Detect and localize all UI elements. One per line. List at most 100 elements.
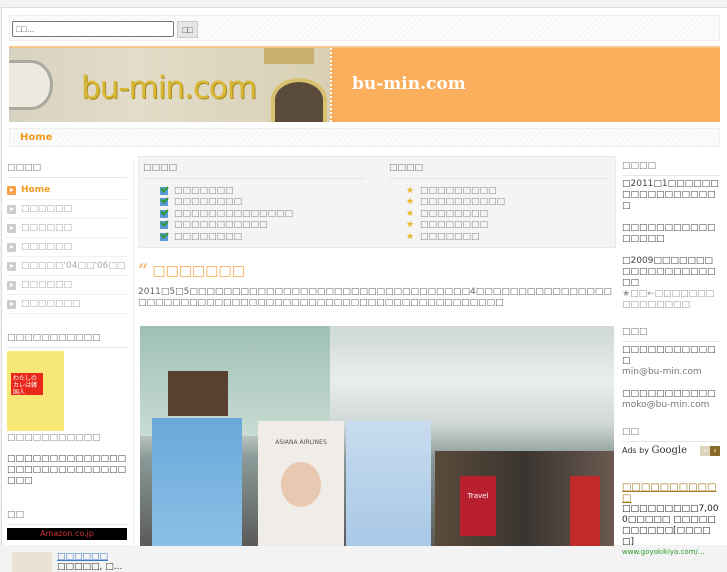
amazon-item-image[interactable] (12, 552, 52, 572)
photo-sign: ASIANA AIRLINES (275, 439, 327, 446)
photo-red-coat (570, 476, 600, 546)
link-item[interactable]: □□□□□□□ (160, 185, 365, 197)
star-icon: ★ (406, 208, 415, 219)
prev-arrow-icon[interactable]: ‹ (700, 445, 710, 456)
ads-heading: □□ (622, 422, 720, 442)
link-item[interactable]: ★ □□□□□□□□□ (406, 185, 611, 197)
photo-banner-center: ASIANA AIRLINES (258, 421, 344, 546)
search-button[interactable]: □□ (177, 21, 198, 38)
link-label: □□□□□□□ (420, 231, 480, 242)
post-title-text: □□□□□□□ (152, 262, 245, 279)
ad-title-link[interactable]: □□□□□□□□□□□ (622, 482, 720, 504)
link-label: □□□□□□□□ (420, 220, 489, 231)
link-item[interactable]: □□□□□□□□ (160, 231, 365, 243)
checkbox-icon (160, 232, 168, 241)
ads-by-google: Ads by Google ‹ › (622, 445, 720, 456)
about-note: ★□□←□□□□□□□□□□□□□□□ (622, 289, 715, 310)
page: □□ bu-min.com bu-min.com Home □□□□ Home … (1, 7, 727, 572)
next-arrow-icon[interactable]: › (710, 445, 720, 456)
book-heading: □□□□□□□□□□□ (7, 328, 127, 348)
search-bar: □□ (9, 15, 720, 41)
right-sidebar: □□□□ □2011□1□□□□□□□□□□□□□□□□□□ □□□□□□□□□… (622, 156, 720, 556)
link-item[interactable]: ★ □□□□□□□□ (406, 220, 611, 232)
food-box-graphic (264, 48, 314, 64)
sidebar-item[interactable]: □□□□□□□ (7, 295, 127, 314)
post-title[interactable]: “□□□□□□□ (138, 260, 616, 281)
link-item[interactable]: □□□□□□□□□□□□□□ (160, 208, 365, 220)
ad-url[interactable]: www.goyokikiya.com/... (622, 548, 720, 556)
sidebar-item-label: □□□□□'04□□'06□□ (21, 261, 126, 271)
sidebar-item[interactable]: □□□□□'04□□'06□□ (7, 257, 127, 276)
link-label: □□□□□□□□□□□□□□ (174, 208, 294, 219)
arrow-icon (7, 299, 16, 309)
book-cover[interactable]: わたしのカレは韓国人 (7, 351, 64, 431)
arrow-icon (7, 185, 16, 195)
links-column-2: □□□□ ★ □□□□□□□□□ ★ □□□□□□□□□□ ★ □□□□□□□□ ★ □… (389, 163, 611, 243)
photo-shop (168, 371, 228, 416)
link-item[interactable]: □□□□□□□□ (160, 197, 365, 209)
photo-travel-sign: Travel (460, 476, 496, 536)
search-input[interactable] (12, 21, 174, 37)
sidebar-menu: Home □□□□□□ □□□□□□ □□□□□□ □□□□□'04□□'06□… (7, 181, 127, 314)
contact-label: □□□□□□□□□□□ (622, 389, 716, 399)
book-description: □□□□□□□□□□□□□□□□□□□□□□□□□□□□□□□ (7, 454, 127, 486)
sidebar-item[interactable]: □□□□□□ (7, 276, 127, 295)
contact-label: □□□□□□□□□□□□ (622, 345, 716, 366)
about-text: □2009□□□□□□□□□□□□□□□□□□□□ (622, 256, 716, 288)
banner-image[interactable]: bu-min.com (9, 48, 330, 122)
sidebar-item-label: □□□□□□ (21, 204, 73, 214)
link-item[interactable]: ★ □□□□□□□ (406, 231, 611, 243)
link-label: □□□□□□□□ (174, 197, 243, 208)
link-label: □□□□□□□□ (420, 208, 489, 219)
arrow-icon (7, 280, 16, 290)
checkbox-icon (160, 209, 168, 218)
sidebar-item[interactable]: □□□□□□ (7, 200, 127, 219)
link-item[interactable]: ★ □□□□□□□□□□ (406, 197, 611, 209)
sidebar-item-home[interactable]: Home (7, 181, 127, 200)
about-text: □□□□□□□□□□□□□□□□ (622, 223, 716, 244)
arrow-icon (7, 242, 16, 252)
site-title[interactable]: bu-min.com (352, 74, 466, 94)
photo-banner-left (152, 418, 242, 546)
link-label: □□□□□□□□ (174, 231, 243, 242)
post-photo[interactable]: ASIANA AIRLINES Travel (140, 326, 614, 546)
amazon-item: □□□□□□ □□□□□, □... (7, 552, 127, 572)
link-item[interactable]: □□□□□□□□□□□ (160, 220, 365, 232)
google-logo[interactable]: Google (651, 445, 687, 456)
links-column-1: □□□□ □□□□□□□ □□□□□□□□ □□□□□□□□□□□□□□ □□□… (143, 163, 365, 243)
photo-banner-right (346, 421, 431, 546)
nav-bar: Home (9, 128, 720, 147)
links-heading: □□□□ (389, 163, 611, 179)
sidebar-item[interactable]: □□□□□□ (7, 219, 127, 238)
link-item[interactable]: ★ □□□□□□□□ (406, 208, 611, 220)
sidebar-item-label: □□□□□□ (21, 242, 73, 252)
about-heading: □□□□ (622, 156, 720, 176)
post-body: 2011□5□5□□□□□□□□□□□□□□□□□□□□□□□□□□□□□□□□… (138, 287, 612, 308)
ads-heading: □□ (7, 505, 127, 525)
contact-heading: □□□ (622, 322, 720, 342)
links-box: □□□□ □□□□□□□ □□□□□□□□ □□□□□□□□□□□□□□ □□□… (138, 156, 616, 248)
sidebar-item-label: □□□□□□□ (21, 299, 81, 309)
sidebar-item[interactable]: □□□□□□ (7, 238, 127, 257)
banner-logo: bu-min.com (81, 70, 257, 106)
tea-cup-graphic (271, 78, 327, 122)
divider (133, 158, 134, 546)
link-label: □□□□□□□□□□□ (174, 220, 268, 231)
star-icon: ★ (406, 197, 415, 208)
header-title-area: bu-min.com (330, 48, 720, 122)
amazon-item-link[interactable]: □□□□□□ (57, 552, 122, 562)
checkbox-icon (160, 221, 168, 230)
arrow-icon (7, 204, 16, 214)
link-label: □□□□□□□ (174, 185, 234, 196)
links-heading: □□□□ (143, 163, 365, 179)
sidebar-item-label: Home (21, 185, 51, 195)
amazon-banner[interactable]: Amazon.co.jp (7, 528, 127, 540)
arrow-icon (7, 261, 16, 271)
star-icon: ★ (406, 185, 415, 196)
nav-home[interactable]: Home (20, 132, 52, 143)
book-caption: □□□□□□□□□□□ (7, 433, 101, 443)
quote-icon: “ (138, 260, 149, 281)
contact-email[interactable]: moko@bu-min.com (622, 400, 709, 410)
sidebar-item-label: □□□□□□ (21, 223, 73, 233)
contact-email[interactable]: min@bu-min.com (622, 367, 702, 377)
